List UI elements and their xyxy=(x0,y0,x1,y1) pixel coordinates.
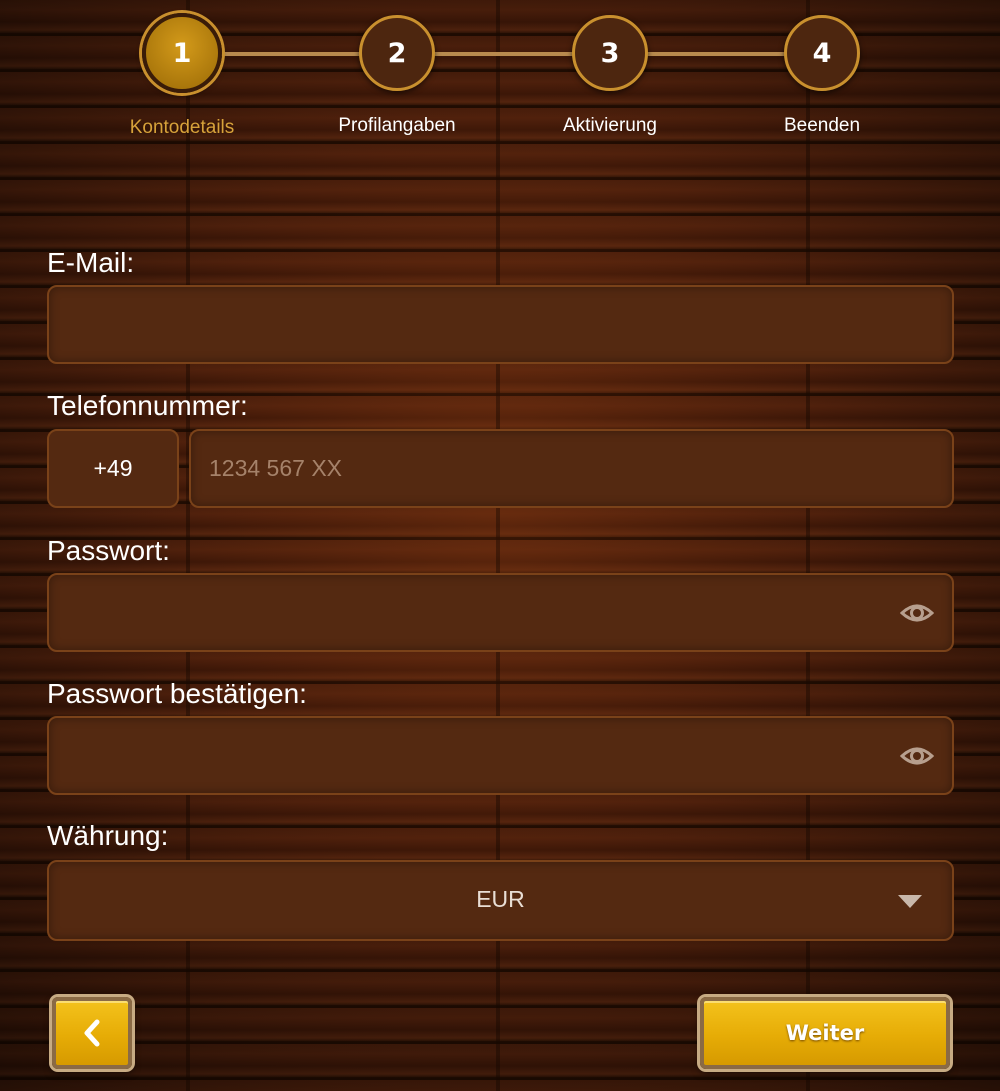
step-3: 3 Aktivierung xyxy=(530,15,690,137)
password-confirm-label: Passwort bestätigen: xyxy=(47,678,307,709)
step-4-number: 4 xyxy=(784,15,860,91)
step-1: 1 Kontodetails xyxy=(102,13,262,139)
email-field[interactable] xyxy=(47,285,954,364)
chevron-left-icon xyxy=(84,1019,100,1047)
phone-placeholder: 1234 567 XX xyxy=(209,455,343,481)
registration-stepper: 1 Kontodetails 2 Profilangaben 3 Aktivie… xyxy=(0,0,1000,150)
step-3-label: Aktivierung xyxy=(563,115,657,136)
chevron-down-icon xyxy=(898,895,922,908)
stepper-connector xyxy=(215,52,830,56)
currency-value: EUR xyxy=(476,886,525,912)
eye-icon[interactable] xyxy=(900,598,934,628)
step-2-label: Profilangaben xyxy=(338,115,456,136)
step-3-number: 3 xyxy=(572,15,648,91)
password-field[interactable] xyxy=(47,573,954,652)
step-2: 2 Profilangaben xyxy=(317,15,477,137)
eye-icon[interactable] xyxy=(900,741,934,771)
phone-field[interactable]: 1234 567 XX xyxy=(189,429,954,508)
step-1-label: Kontodetails xyxy=(129,117,235,138)
step-2-number: 2 xyxy=(359,15,435,91)
step-4: 4 Beenden xyxy=(742,15,902,137)
email-label: E-Mail: xyxy=(47,247,135,278)
currency-select[interactable]: EUR xyxy=(47,860,954,941)
phone-label: Telefonnummer: xyxy=(47,390,248,421)
step-1-number: 1 xyxy=(142,13,222,93)
back-button[interactable] xyxy=(52,997,132,1069)
next-button-label: Weiter xyxy=(785,1021,865,1045)
password-confirm-field[interactable] xyxy=(47,716,954,795)
step-4-label: Beenden xyxy=(783,115,861,136)
phone-prefix-select[interactable]: +49 xyxy=(47,429,179,508)
currency-label: Währung: xyxy=(47,820,169,851)
next-button[interactable]: Weiter xyxy=(700,997,950,1069)
password-label: Passwort: xyxy=(47,535,170,566)
